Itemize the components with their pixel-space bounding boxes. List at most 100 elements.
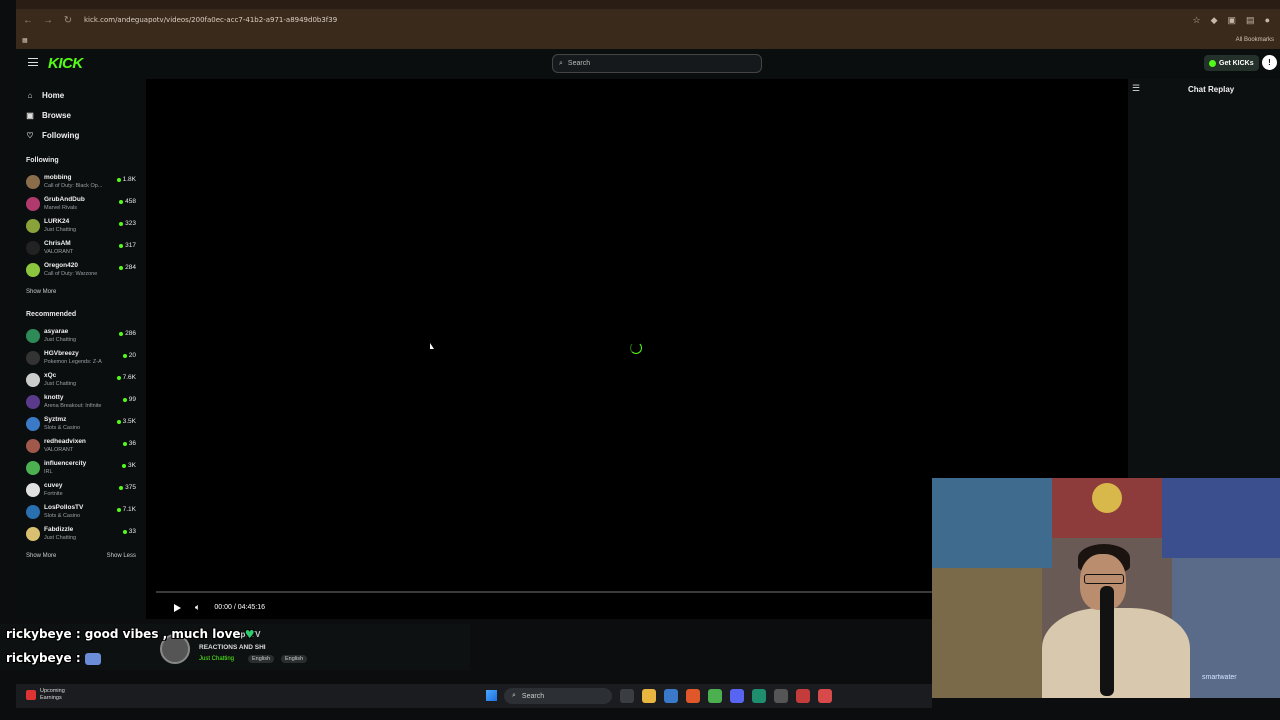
channel-item[interactable]: xQc Just Chatting 7.6K — [16, 369, 144, 391]
avatar — [26, 417, 40, 431]
menu-icon[interactable] — [28, 58, 38, 66]
apps-icon[interactable]: ▦ — [22, 37, 28, 44]
channel-category: Arena Breakout: Infinite — [44, 403, 102, 409]
viewer-count: 284 — [119, 264, 136, 271]
firefox-icon[interactable] — [686, 689, 700, 703]
kick-logo[interactable]: KICK — [48, 55, 83, 72]
person-hoodie — [1042, 608, 1190, 698]
stream-tag[interactable]: English — [248, 655, 275, 663]
maps-icon[interactable] — [796, 689, 810, 703]
viewer-count: 33 — [122, 528, 136, 535]
sidebar-item-following[interactable]: ♡ Following — [16, 125, 144, 145]
channel-name: redheadvixen — [44, 438, 86, 445]
viewer-count: 7.6K — [116, 374, 136, 381]
live-dot-icon — [122, 397, 127, 402]
windows-start-icon[interactable] — [486, 690, 497, 701]
collapse-chat-icon[interactable]: ☰ — [1132, 83, 1140, 94]
get-kicks-button[interactable]: Get KICKs — [1204, 55, 1259, 71]
browser-address-bar: ← → ↻ kick.com/andeguapotv/videos/200fa0… — [16, 9, 1280, 31]
terminal-icon[interactable] — [774, 689, 788, 703]
channel-item[interactable]: asyarae Just Chatting 286 — [16, 325, 144, 347]
progress-bar[interactable] — [156, 591, 932, 593]
url-field[interactable]: kick.com/andeguapotv/videos/200fa0ec-acc… — [84, 12, 1193, 28]
show-more-following[interactable]: Show More — [26, 289, 56, 295]
channel-category: Just Chatting — [44, 227, 77, 233]
stream-title: REACTIONS AND SHI — [199, 644, 266, 651]
search-input[interactable]: ⌕ Search — [552, 54, 762, 73]
wall-art — [932, 478, 1052, 568]
volume-icon[interactable]: 🔈︎ — [195, 602, 200, 613]
avatar — [26, 527, 40, 541]
channel-item[interactable]: GrubAndDub Marvel Rivals 458 — [16, 193, 144, 215]
stream-category[interactable]: Just Chatting — [199, 656, 234, 662]
channel-item[interactable]: Oregon420 Call of Duty: Warzone 284 — [16, 259, 144, 281]
viewer-count-value: 33 — [128, 528, 136, 535]
sidebar-item-browse[interactable]: ▣ Browse — [16, 105, 144, 125]
sidebar-item-home[interactable]: ⌂ Home — [16, 85, 144, 105]
viewer-count-value: 375 — [125, 484, 136, 491]
bottom-strip — [0, 708, 1280, 720]
extension-icon[interactable]: ◆ — [1211, 15, 1218, 26]
microphone — [1100, 586, 1114, 696]
following-title: Following — [26, 157, 59, 164]
viewer-count-value: 7.6K — [122, 374, 136, 381]
webcam-overlay: smartwater — [932, 478, 1280, 698]
file-explorer-icon[interactable] — [642, 689, 656, 703]
site-header: KICK ⌕ Search Get KICKs ! — [16, 49, 1280, 79]
channel-item[interactable]: Syztmz Slots & Casino 3.5K — [16, 413, 144, 435]
wall-art — [932, 568, 1042, 698]
puzzle-icon[interactable]: ▣ — [1228, 15, 1237, 26]
channel-category: Just Chatting — [44, 337, 77, 343]
chrome-icon[interactable] — [708, 689, 722, 703]
show-more-recommended[interactable]: Show More — [26, 553, 56, 559]
home-icon: ⌂ — [27, 90, 33, 100]
channel-item[interactable]: redheadvixen VALORANT 36 — [16, 435, 144, 457]
viewer-count: 286 — [119, 330, 136, 337]
star-icon[interactable]: ☆ — [1193, 15, 1201, 26]
viewer-count: 323 — [119, 220, 136, 227]
channel-item[interactable]: LosPollosTV Slots & Casino 7.1K — [16, 501, 144, 523]
channel-item[interactable]: mobbing Call of Duty: Black Op... 1.8K — [16, 171, 144, 193]
all-bookmarks-link[interactable]: All Bookmarks — [1236, 37, 1274, 43]
settings-icon[interactable] — [818, 689, 832, 703]
avatar — [26, 439, 40, 453]
avatar[interactable]: ! — [1262, 55, 1277, 70]
reload-icon[interactable]: ↻ — [60, 12, 76, 28]
app-icon[interactable] — [752, 689, 766, 703]
discord-icon[interactable] — [730, 689, 744, 703]
sidepanel-icon[interactable]: ▤ — [1246, 15, 1255, 26]
viewer-count-value: 36 — [128, 440, 136, 447]
channel-item[interactable]: influencercity IRL 3K — [16, 457, 144, 479]
channel-item[interactable]: Fabdizzle Just Chatting 33 — [16, 523, 144, 545]
chat-replay-panel: ☰ Chat Replay — [1128, 79, 1280, 479]
heart-emote-icon: ♥ — [244, 628, 255, 641]
glasses — [1084, 574, 1124, 584]
upcoming-widget[interactable]: Upcoming Earnings — [26, 688, 65, 702]
search-icon: ⌕ — [559, 59, 563, 67]
player-controls: 🔈︎ 00:00 / 04:45:16 — [174, 602, 265, 613]
channel-category: IRL — [44, 469, 53, 475]
profile-icon[interactable]: ● — [1265, 15, 1270, 26]
live-dot-icon — [122, 463, 127, 468]
calendar-app-icon[interactable] — [664, 689, 678, 703]
avatar — [26, 197, 40, 211]
avatar — [26, 461, 40, 475]
channel-item[interactable]: ChrisAM VALORANT 317 — [16, 237, 144, 259]
forward-icon[interactable]: → — [40, 12, 56, 28]
wall-clock — [1092, 483, 1122, 513]
task-view-icon[interactable] — [620, 689, 634, 703]
browser-tab-strip[interactable] — [16, 0, 1280, 9]
back-icon[interactable]: ← — [20, 12, 36, 28]
stream-tag[interactable]: English — [281, 655, 308, 663]
channel-item[interactable]: HGVbreezy Pokemon Legends: Z-A 20 — [16, 347, 144, 369]
channel-item[interactable]: knotty Arena Breakout: Infinite 99 — [16, 391, 144, 413]
play-icon[interactable] — [174, 603, 181, 612]
channel-item[interactable]: cuvey Fortnite 375 — [16, 479, 144, 501]
channel-item[interactable]: LURK24 Just Chatting 323 — [16, 215, 144, 237]
taskbar-search[interactable]: ⌕ Search — [504, 688, 612, 704]
channel-name: HGVbreezy — [44, 350, 79, 357]
show-less-recommended[interactable]: Show Less — [107, 553, 136, 559]
sidebar-item-label: Following — [42, 130, 80, 140]
channel-category: Call of Duty: Warzone — [44, 271, 98, 277]
channel-name: Syztmz — [44, 416, 67, 423]
